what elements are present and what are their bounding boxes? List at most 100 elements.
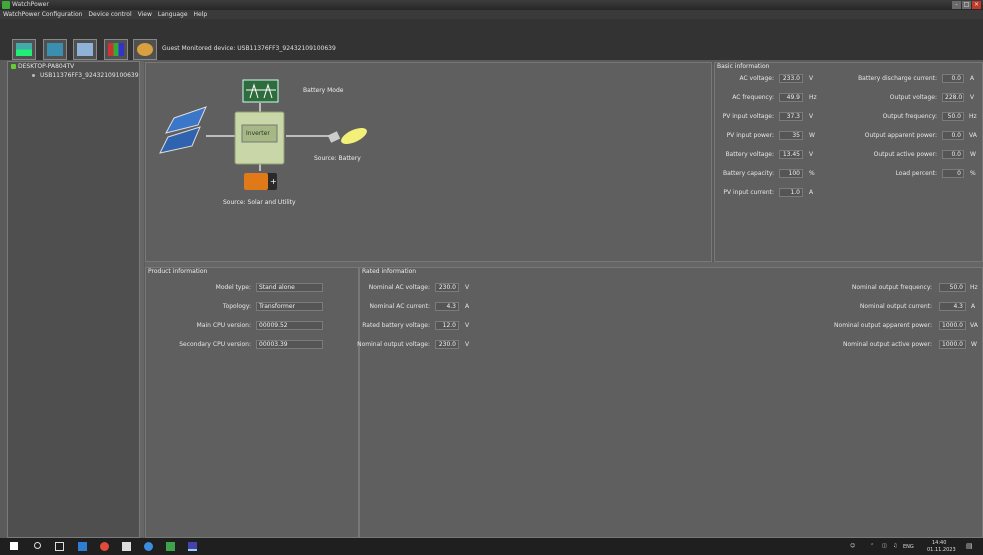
app-icon[interactable] xyxy=(166,542,175,551)
main-cpu-version-value: 00009.52 xyxy=(256,321,323,330)
device-control-button[interactable] xyxy=(73,39,97,60)
secondary-cpu-version-value: 00003.39 xyxy=(256,340,323,349)
minimize-button[interactable]: - xyxy=(952,1,961,9)
nominal-ac-voltage-label: Nominal AC voltage: xyxy=(368,284,430,291)
chrome-icon[interactable] xyxy=(100,542,109,551)
nominal-ac-current-unit: A xyxy=(465,303,470,310)
language-indicator[interactable]: ENG xyxy=(903,544,914,550)
pv-input-current-value: 1.0 xyxy=(779,188,803,197)
clock-date[interactable]: 01.11.2023 xyxy=(927,547,956,553)
data-log-button[interactable] xyxy=(104,39,128,60)
tree-node-label: DESKTOP-PA804TV xyxy=(18,63,75,70)
output-active-power-label: Output active power: xyxy=(873,151,937,158)
menu-help[interactable]: Help xyxy=(191,10,211,19)
monitor-icon xyxy=(16,43,32,56)
clock-time[interactable]: 14:40 xyxy=(932,540,946,546)
volume-icon[interactable]: ♫ xyxy=(893,543,897,549)
store-icon[interactable] xyxy=(78,542,87,551)
battery-voltage-label: Battery voltage: xyxy=(725,151,774,158)
ac-frequency-value: 49.9 xyxy=(779,93,803,102)
app-icon xyxy=(2,1,10,9)
rated-battery-voltage-unit: V xyxy=(465,322,470,329)
people-icon[interactable]: ☺ xyxy=(850,543,855,549)
watchpower-taskbar-icon[interactable] xyxy=(188,542,197,551)
configuration-button[interactable] xyxy=(43,39,67,60)
start-icon[interactable] xyxy=(10,542,18,550)
nominal-ac-voltage-unit: V xyxy=(465,284,470,291)
vertical-splitter[interactable] xyxy=(140,61,144,538)
nominal-output-active-power-unit: W xyxy=(971,341,977,348)
basic-info-title: Basic information xyxy=(717,63,770,70)
rated-battery-voltage-value: 12.0 xyxy=(435,321,459,330)
configuration-icon xyxy=(47,43,63,56)
taskbar: ☺ ⌃ ◫ ♫ ENG 14:40 01.11.2023 ▤ xyxy=(0,538,983,555)
nominal-output-current-unit: A xyxy=(971,303,976,310)
main-cpu-version-label: Main CPU version: xyxy=(196,322,251,329)
bulb-icon xyxy=(327,127,367,145)
nominal-output-active-power-value: 1000.0 xyxy=(939,340,966,349)
energy-flow-diagram: + xyxy=(159,79,367,190)
load-percent-label: Load percent: xyxy=(895,170,937,177)
pv-input-voltage-unit: V xyxy=(809,113,814,120)
battery-capacity-value: 100 xyxy=(779,169,803,178)
rated-battery-voltage-label: Rated battery voltage: xyxy=(362,322,430,329)
nominal-output-active-power-label: Nominal output active power: xyxy=(842,341,932,348)
browser-icon[interactable] xyxy=(144,542,153,551)
output-active-power-unit: W xyxy=(970,151,976,158)
pv-input-power-label: PV input power: xyxy=(726,132,774,139)
nominal-output-voltage-unit: V xyxy=(465,341,470,348)
search-icon[interactable] xyxy=(34,542,41,549)
title-bar: WatchPower - □ × xyxy=(0,0,983,10)
pv-input-voltage-value: 37.3 xyxy=(779,112,803,121)
tree-node-computer[interactable]: DESKTOP-PA804TV xyxy=(8,62,139,71)
product-info-title: Product information xyxy=(148,268,208,275)
rated-info-title: Rated information xyxy=(362,268,417,275)
calculator-icon[interactable] xyxy=(122,542,131,551)
output-voltage-unit: V xyxy=(970,94,975,101)
nominal-output-voltage-value: 230.0 xyxy=(435,340,459,349)
maximize-button[interactable]: □ xyxy=(962,1,971,9)
nominal-output-current-value: 4.3 xyxy=(939,302,966,311)
network-icon[interactable]: ◫ xyxy=(882,543,887,549)
nominal-output-apparent-power-label: Nominal output apparent power: xyxy=(834,322,932,329)
chevron-up-icon[interactable]: ⌃ xyxy=(870,543,874,549)
battery-discharge-current-unit: A xyxy=(970,75,975,82)
pv-input-current-label: PV input current: xyxy=(723,189,774,196)
menu-bar: WatchPower Configuration Device control … xyxy=(0,10,983,19)
output-apparent-power-unit: VA xyxy=(969,132,977,139)
load-percent-value: 0 xyxy=(942,169,964,178)
topology-label: Topology: xyxy=(222,303,251,310)
menu-device-control[interactable]: Device control xyxy=(85,10,134,19)
menu-configuration[interactable]: WatchPower Configuration xyxy=(0,10,85,19)
product-information-panel: Product information Model type: Stand al… xyxy=(145,267,359,538)
topology-value: Transformer xyxy=(256,302,323,311)
monitor-button[interactable] xyxy=(12,39,36,60)
solar-panel-icon xyxy=(159,106,207,154)
chart-icon xyxy=(108,43,124,56)
energy-flow-panel: + Battery Mode Inverter Source: Battery … xyxy=(145,62,712,262)
load-percent-unit: % xyxy=(970,170,976,177)
inverter-icon xyxy=(234,111,285,165)
task-view-icon[interactable] xyxy=(55,542,64,551)
secondary-cpu-version-label: Secondary CPU version: xyxy=(179,341,251,348)
monitored-device-status: Guest Monitored device: USB11376FF3_9243… xyxy=(162,45,336,52)
notification-icon[interactable]: ▤ xyxy=(966,542,973,550)
computer-icon xyxy=(11,64,16,69)
close-button[interactable]: × xyxy=(972,1,981,9)
tree-node-device[interactable]: USB11376FF3_92432109100639 xyxy=(8,71,139,80)
ac-voltage-label: AC voltage: xyxy=(739,75,774,82)
battery-capacity-unit: % xyxy=(809,170,815,177)
tree-node-label: USB11376FF3_92432109100639 xyxy=(40,72,139,79)
nominal-output-frequency-unit: Hz xyxy=(970,284,978,291)
menu-language[interactable]: Language xyxy=(155,10,191,19)
nominal-output-current-label: Nominal output current: xyxy=(859,303,932,310)
menu-view[interactable]: View xyxy=(135,10,155,19)
rated-information-panel: Rated information Nominal AC voltage: 23… xyxy=(357,267,983,538)
model-type-value: Stand alone xyxy=(256,283,323,292)
nominal-output-voltage-label: Nominal output voltage: xyxy=(357,341,430,348)
battery-icon: + xyxy=(244,173,277,190)
pv-input-power-unit: W xyxy=(809,132,815,139)
svg-text:+: + xyxy=(270,177,277,186)
utility-grid-icon xyxy=(242,79,279,103)
help-button[interactable] xyxy=(133,39,157,60)
